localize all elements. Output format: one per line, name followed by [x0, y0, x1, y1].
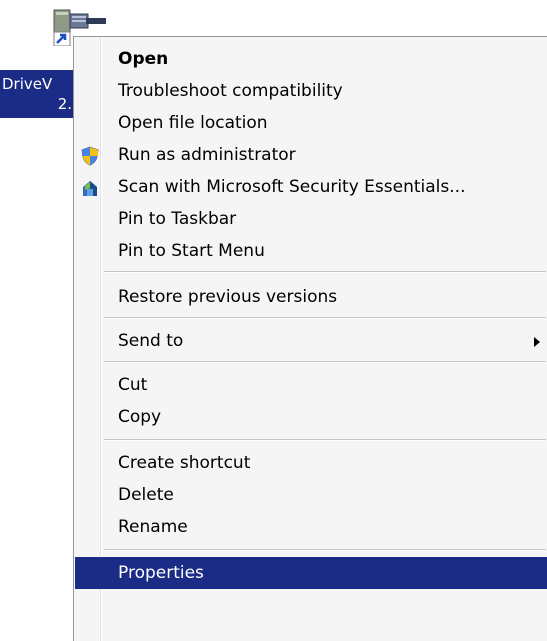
menu-item-label: Delete	[118, 485, 174, 505]
desktop-icon-label-line2: 2.	[57, 95, 72, 113]
desktop: DriveV 2. Open Troubleshoot compatibilit…	[0, 0, 547, 641]
menu-item-open-file-location[interactable]: Open file location	[76, 107, 547, 139]
uac-shield-icon	[80, 145, 100, 166]
menu-item-label: Troubleshoot compatibility	[118, 81, 343, 101]
menu-item-label: Run as administrator	[118, 145, 296, 165]
menu-item-label: Scan with Microsoft Security Essentials.…	[118, 177, 466, 197]
menu-item-label: Pin to Taskbar	[118, 209, 237, 229]
menu-item-label: Pin to Start Menu	[118, 241, 265, 261]
menu-item-label: Send to	[118, 331, 184, 351]
menu-item-label: Create shortcut	[118, 453, 251, 473]
menu-item-rename[interactable]: Rename	[76, 511, 547, 543]
menu-item-copy[interactable]: Copy	[76, 401, 547, 433]
menu-item-create-shortcut[interactable]: Create shortcut	[76, 447, 547, 479]
context-menu: Open Troubleshoot compatibility Open fil…	[73, 36, 547, 641]
menu-item-open[interactable]: Open	[76, 43, 547, 75]
desktop-icon-label-line1: DriveV	[2, 75, 53, 93]
menu-item-scan-security-essentials[interactable]: Scan with Microsoft Security Essentials.…	[76, 171, 547, 203]
menu-item-label: Open	[118, 49, 169, 69]
menu-separator	[104, 317, 546, 319]
desktop-icon-label[interactable]: DriveV 2.	[0, 70, 76, 118]
menu-item-label: Open file location	[118, 113, 268, 133]
menu-item-label: Cut	[118, 375, 148, 395]
menu-item-delete[interactable]: Delete	[76, 479, 547, 511]
menu-item-send-to[interactable]: Send to	[76, 325, 547, 357]
menu-item-label: Copy	[118, 407, 162, 427]
security-essentials-icon	[80, 177, 100, 197]
submenu-arrow-icon	[534, 337, 540, 347]
menu-item-restore-previous-versions[interactable]: Restore previous versions	[76, 281, 547, 313]
menu-item-troubleshoot-compatibility[interactable]: Troubleshoot compatibility	[76, 75, 547, 107]
menu-item-pin-to-taskbar[interactable]: Pin to Taskbar	[76, 203, 547, 235]
menu-item-properties[interactable]: Properties	[75, 557, 547, 589]
menu-item-run-as-administrator[interactable]: Run as administrator	[76, 139, 547, 171]
menu-separator	[104, 549, 546, 551]
menu-separator	[104, 439, 546, 441]
menu-item-label: Restore previous versions	[118, 287, 338, 307]
menu-item-label: Rename	[118, 517, 188, 537]
menu-item-cut[interactable]: Cut	[76, 369, 547, 401]
menu-item-label: Properties	[118, 563, 204, 583]
menu-separator	[104, 361, 546, 363]
menu-separator	[104, 271, 546, 273]
menu-item-pin-to-start-menu[interactable]: Pin to Start Menu	[76, 235, 547, 267]
